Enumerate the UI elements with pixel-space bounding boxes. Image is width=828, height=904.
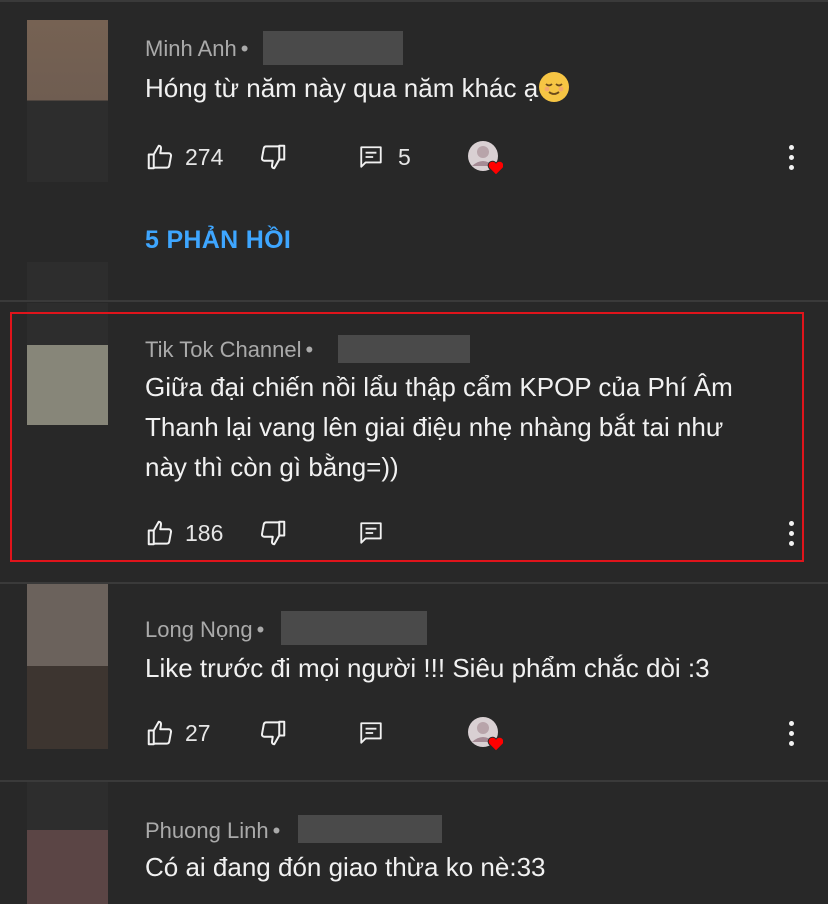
separator-dot: •: [256, 617, 265, 642]
divider: [0, 300, 828, 302]
more-vert-icon: [788, 144, 794, 150]
dislike-button[interactable]: [258, 711, 288, 755]
like-count: 27: [185, 719, 211, 746]
author-name[interactable]: Minh Anh: [145, 36, 237, 61]
separator-dot: •: [240, 36, 249, 61]
reply-icon: [360, 722, 382, 744]
relieved-face-emoji: [539, 72, 570, 102]
thumb-down-icon: [260, 144, 286, 170]
comment-author[interactable]: Long Nọng •: [145, 617, 268, 643]
comment-actions: 27: [0, 711, 828, 755]
comment-author[interactable]: Minh Anh •: [145, 36, 252, 62]
separator-dot: •: [272, 818, 281, 843]
like-button[interactable]: 274: [145, 135, 223, 179]
like-button[interactable]: 27: [145, 711, 211, 755]
creator-heart-icon: [467, 716, 505, 752]
redacted-timestamp: [298, 815, 442, 843]
more-options-button[interactable]: [779, 713, 803, 753]
comment-actions: 274 5: [0, 135, 828, 179]
divider: [0, 582, 828, 584]
divider: [0, 780, 828, 782]
more-options-button[interactable]: [779, 137, 803, 177]
redacted-timestamp: [263, 31, 403, 65]
like-count: 274: [185, 143, 224, 170]
reply-button[interactable]: 5: [358, 135, 411, 179]
thumb-down-icon: [260, 720, 286, 746]
comment-text: Like trước đi mọi người !!! Siêu phẩm ch…: [145, 653, 710, 683]
more-vert-icon: [788, 720, 794, 726]
reply-icon: [360, 146, 382, 168]
author-name[interactable]: Phuong Linh: [145, 818, 269, 843]
thumb-up-icon: [147, 720, 173, 746]
view-replies-link[interactable]: 5 PHẢN HỒI: [145, 226, 291, 255]
comment-text: Có ai đang đón giao thừa ko nè:33: [145, 852, 546, 882]
comment-author[interactable]: Phuong Linh •: [145, 818, 284, 844]
author-name[interactable]: Long Nọng: [145, 617, 253, 642]
creator-heart-icon: [467, 140, 505, 176]
avatar-column-bg: [27, 262, 108, 300]
comment-text: Hóng từ năm này qua năm khác ạ: [145, 68, 785, 108]
divider-top: [0, 0, 828, 2]
redacted-timestamp: [281, 611, 427, 645]
dislike-button[interactable]: [258, 135, 288, 179]
avatar[interactable]: [27, 782, 108, 904]
reply-count: 5: [398, 143, 411, 170]
highlight-box: [10, 312, 804, 562]
thumb-up-icon: [147, 144, 173, 170]
reply-button[interactable]: [358, 711, 384, 755]
